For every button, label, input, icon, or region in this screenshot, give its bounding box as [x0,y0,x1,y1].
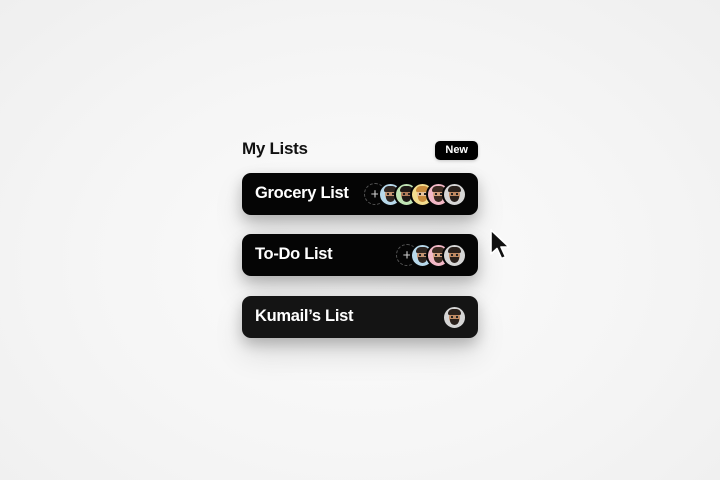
list-card-kumail[interactable]: Kumail’s List [242,296,478,338]
avatar-part [435,192,442,195]
list-card-grocery[interactable]: Grocery List + [242,173,478,215]
member-avatars: + [396,242,467,268]
avatar[interactable] [442,181,467,207]
member-avatars [442,304,467,330]
avatar-part [419,253,426,256]
panel-header: My Lists New [242,138,478,162]
avatar-part [450,318,459,325]
avatar-part [419,192,426,195]
avatar-part [448,246,461,253]
list-label: Grocery List [255,184,349,202]
avatar-part [450,195,459,202]
canvas: My Lists New Grocery List + To-Do List +… [0,0,720,480]
list-label: Kumail’s List [255,307,354,325]
avatar[interactable] [442,304,467,330]
mouse-pointer-icon [490,229,510,260]
avatar[interactable] [442,242,467,268]
avatar-part [451,315,458,318]
member-avatars: + [364,181,467,207]
avatar-part [448,185,461,192]
list-label: To-Do List [255,245,333,263]
avatar-part [448,308,461,315]
avatar-part [450,256,459,263]
list-card-todo[interactable]: To-Do List + [242,234,478,276]
page-title: My Lists [242,139,308,158]
avatar-part [403,192,410,195]
new-list-button[interactable]: New [435,141,478,160]
avatar-part [435,253,442,256]
avatar-part [451,192,458,195]
avatar-part [387,192,394,195]
avatar-part [451,253,458,256]
my-lists-panel: My Lists New Grocery List + To-Do List +… [242,138,478,338]
